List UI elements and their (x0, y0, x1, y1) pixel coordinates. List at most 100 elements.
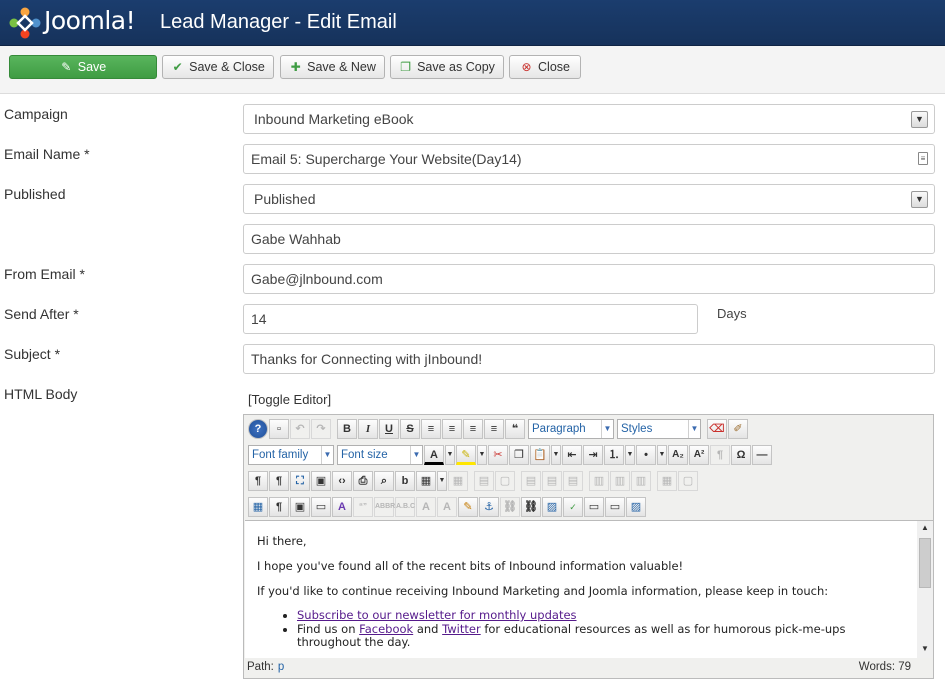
insertion-icon[interactable]: A (437, 497, 457, 517)
replace-icon[interactable]: b (395, 471, 415, 491)
code-icon[interactable]: ‹› (332, 471, 352, 491)
paste-icon[interactable]: 📋 (530, 445, 550, 465)
copy-icon[interactable]: ❐ (509, 445, 529, 465)
unlink-icon[interactable]: ⛓ (500, 497, 520, 517)
facebook-link[interactable]: Facebook (359, 622, 413, 636)
styles-select[interactable]: Styles ▼ (617, 419, 701, 439)
image-icon[interactable]: ▨ (542, 497, 562, 517)
underline-icon[interactable]: U (379, 419, 399, 439)
chevron-down-icon[interactable]: ▼ (445, 445, 455, 465)
omega-special-char-icon[interactable]: Ω (731, 445, 751, 465)
readmore-icon[interactable]: ▨ (626, 497, 646, 517)
delete-table-icon[interactable]: ▦ (448, 471, 468, 491)
close-button[interactable]: ⊗ Close (509, 55, 581, 79)
article-icon[interactable]: ▭ (584, 497, 604, 517)
published-select[interactable]: Published ▼ (243, 184, 935, 214)
abbr-icon[interactable]: ABBR (374, 497, 395, 517)
chevron-down-icon[interactable]: ▼ (657, 445, 667, 465)
strikethrough-icon[interactable]: S (400, 419, 420, 439)
toggle-editor-link[interactable]: [Toggle Editor] (248, 392, 331, 407)
chevron-down-icon[interactable]: ▼ (551, 445, 561, 465)
chevron-down-icon[interactable]: ▼ (625, 445, 635, 465)
anchor-icon[interactable]: ⚓ (479, 497, 499, 517)
cut-icon[interactable]: ✂ (488, 445, 508, 465)
newsletter-link[interactable]: Subscribe to our newsletter for monthly … (297, 608, 577, 622)
chevron-down-icon[interactable]: ▼ (477, 445, 487, 465)
insert-row-before-icon[interactable]: ▤ (521, 471, 541, 491)
layer-icon[interactable]: ▭ (311, 497, 331, 517)
twitter-link[interactable]: Twitter (442, 622, 481, 636)
align-center-icon[interactable]: ≡ (442, 419, 462, 439)
delete-col-icon[interactable]: ▥ (631, 471, 651, 491)
preview-icon[interactable]: ▣ (311, 471, 331, 491)
subject-input[interactable]: Thanks for Connecting with jInbound! (243, 344, 935, 374)
row-props-icon[interactable]: ▤ (474, 471, 494, 491)
from-name-input[interactable]: Gabe Wahhab (243, 224, 935, 254)
save-button[interactable]: ✎ Save (9, 55, 157, 79)
deletion-icon[interactable]: A (416, 497, 436, 517)
insert-col-before-icon[interactable]: ▥ (589, 471, 609, 491)
format-select[interactable]: Paragraph ▼ (528, 419, 614, 439)
text-direction-icon[interactable]: ¶ (710, 445, 730, 465)
scroll-thumb[interactable] (919, 538, 931, 588)
numbered-list-icon[interactable]: ⒈ (604, 445, 624, 465)
superscript-icon[interactable]: A² (689, 445, 709, 465)
show-blocks-icon[interactable]: ¶ (269, 497, 289, 517)
spellcheck-icon[interactable]: ✓ (563, 497, 583, 517)
merge-cells-icon[interactable]: ▢ (678, 471, 698, 491)
split-cells-icon[interactable]: ▦ (657, 471, 677, 491)
align-justify-icon[interactable]: ≡ (421, 419, 441, 439)
acronym-icon[interactable]: A.B.C (395, 497, 415, 517)
save-copy-button[interactable]: ❐ Save as Copy (390, 55, 504, 79)
fullscreen-icon[interactable]: ⛶ (290, 471, 310, 491)
editor-content[interactable]: Hi there, I hope you've found all of the… (245, 520, 917, 658)
save-close-button[interactable]: ✔ Save & Close (162, 55, 274, 79)
bold-icon[interactable]: B (337, 419, 357, 439)
cell-props-icon[interactable]: ▢ (495, 471, 515, 491)
blockquote-icon[interactable]: ❝ (505, 419, 525, 439)
align-left-icon[interactable]: ≡ (463, 419, 483, 439)
save-new-button[interactable]: ✚ Save & New (280, 55, 385, 79)
insert-col-after-icon[interactable]: ▥ (610, 471, 630, 491)
attributes-icon[interactable]: ✎ (458, 497, 478, 517)
eraser-icon[interactable]: ⌫ (707, 419, 727, 439)
clean-up-brush-icon[interactable]: ✐ (728, 419, 748, 439)
insert-table-icon[interactable]: ▦ (416, 471, 436, 491)
new-document-icon[interactable]: ▫ (269, 419, 289, 439)
scroll-down-icon[interactable]: ▼ (917, 644, 933, 656)
from-email-input[interactable]: Gabe@jlnbound.com (243, 264, 935, 294)
help-icon[interactable]: ? (248, 419, 268, 439)
style-props-icon[interactable]: A (332, 497, 352, 517)
insert-row-after-icon[interactable]: ▤ (542, 471, 562, 491)
text-color-icon[interactable]: A (424, 445, 444, 465)
send-after-input[interactable]: 14 (243, 304, 698, 334)
template-icon[interactable]: ▣ (290, 497, 310, 517)
indent-icon[interactable]: ⇥ (583, 445, 603, 465)
redo-icon[interactable]: ↷ (311, 419, 331, 439)
undo-icon[interactable]: ↶ (290, 419, 310, 439)
ltr-icon[interactable]: ¶ (248, 471, 268, 491)
editor-scrollbar[interactable]: ▲ ▼ (917, 520, 933, 658)
italic-icon[interactable]: I (358, 419, 378, 439)
subscript-icon[interactable]: A₂ (668, 445, 688, 465)
rtl-icon[interactable]: ¶ (269, 471, 289, 491)
chevron-down-icon[interactable]: ▼ (437, 471, 447, 491)
font-family-select[interactable]: Font family ▼ (248, 445, 334, 465)
visual-aid-icon[interactable]: ▦ (248, 497, 268, 517)
horizontal-rule-icon[interactable]: — (752, 445, 772, 465)
campaign-select[interactable]: Inbound Marketing eBook ▼ (243, 104, 935, 134)
cite-icon[interactable]: “” (353, 497, 373, 517)
print-icon[interactable]: ⎙ (353, 471, 373, 491)
font-size-select[interactable]: Font size ▼ (337, 445, 423, 465)
email-name-input[interactable]: Email 5: Supercharge Your Website(Day14)… (243, 144, 935, 174)
pagebreak-icon[interactable]: ▭ (605, 497, 625, 517)
highlight-color-icon[interactable]: ✎ (456, 445, 476, 465)
path-element-p[interactable]: p (278, 661, 284, 673)
outdent-icon[interactable]: ⇤ (562, 445, 582, 465)
delete-row-icon[interactable]: ▤ (563, 471, 583, 491)
link-icon[interactable]: ⛓ (521, 497, 541, 517)
bullet-list-icon[interactable]: • (636, 445, 656, 465)
scroll-up-icon[interactable]: ▲ (917, 523, 933, 535)
find-icon[interactable]: ⌕ (374, 471, 394, 491)
align-right-icon[interactable]: ≡ (484, 419, 504, 439)
